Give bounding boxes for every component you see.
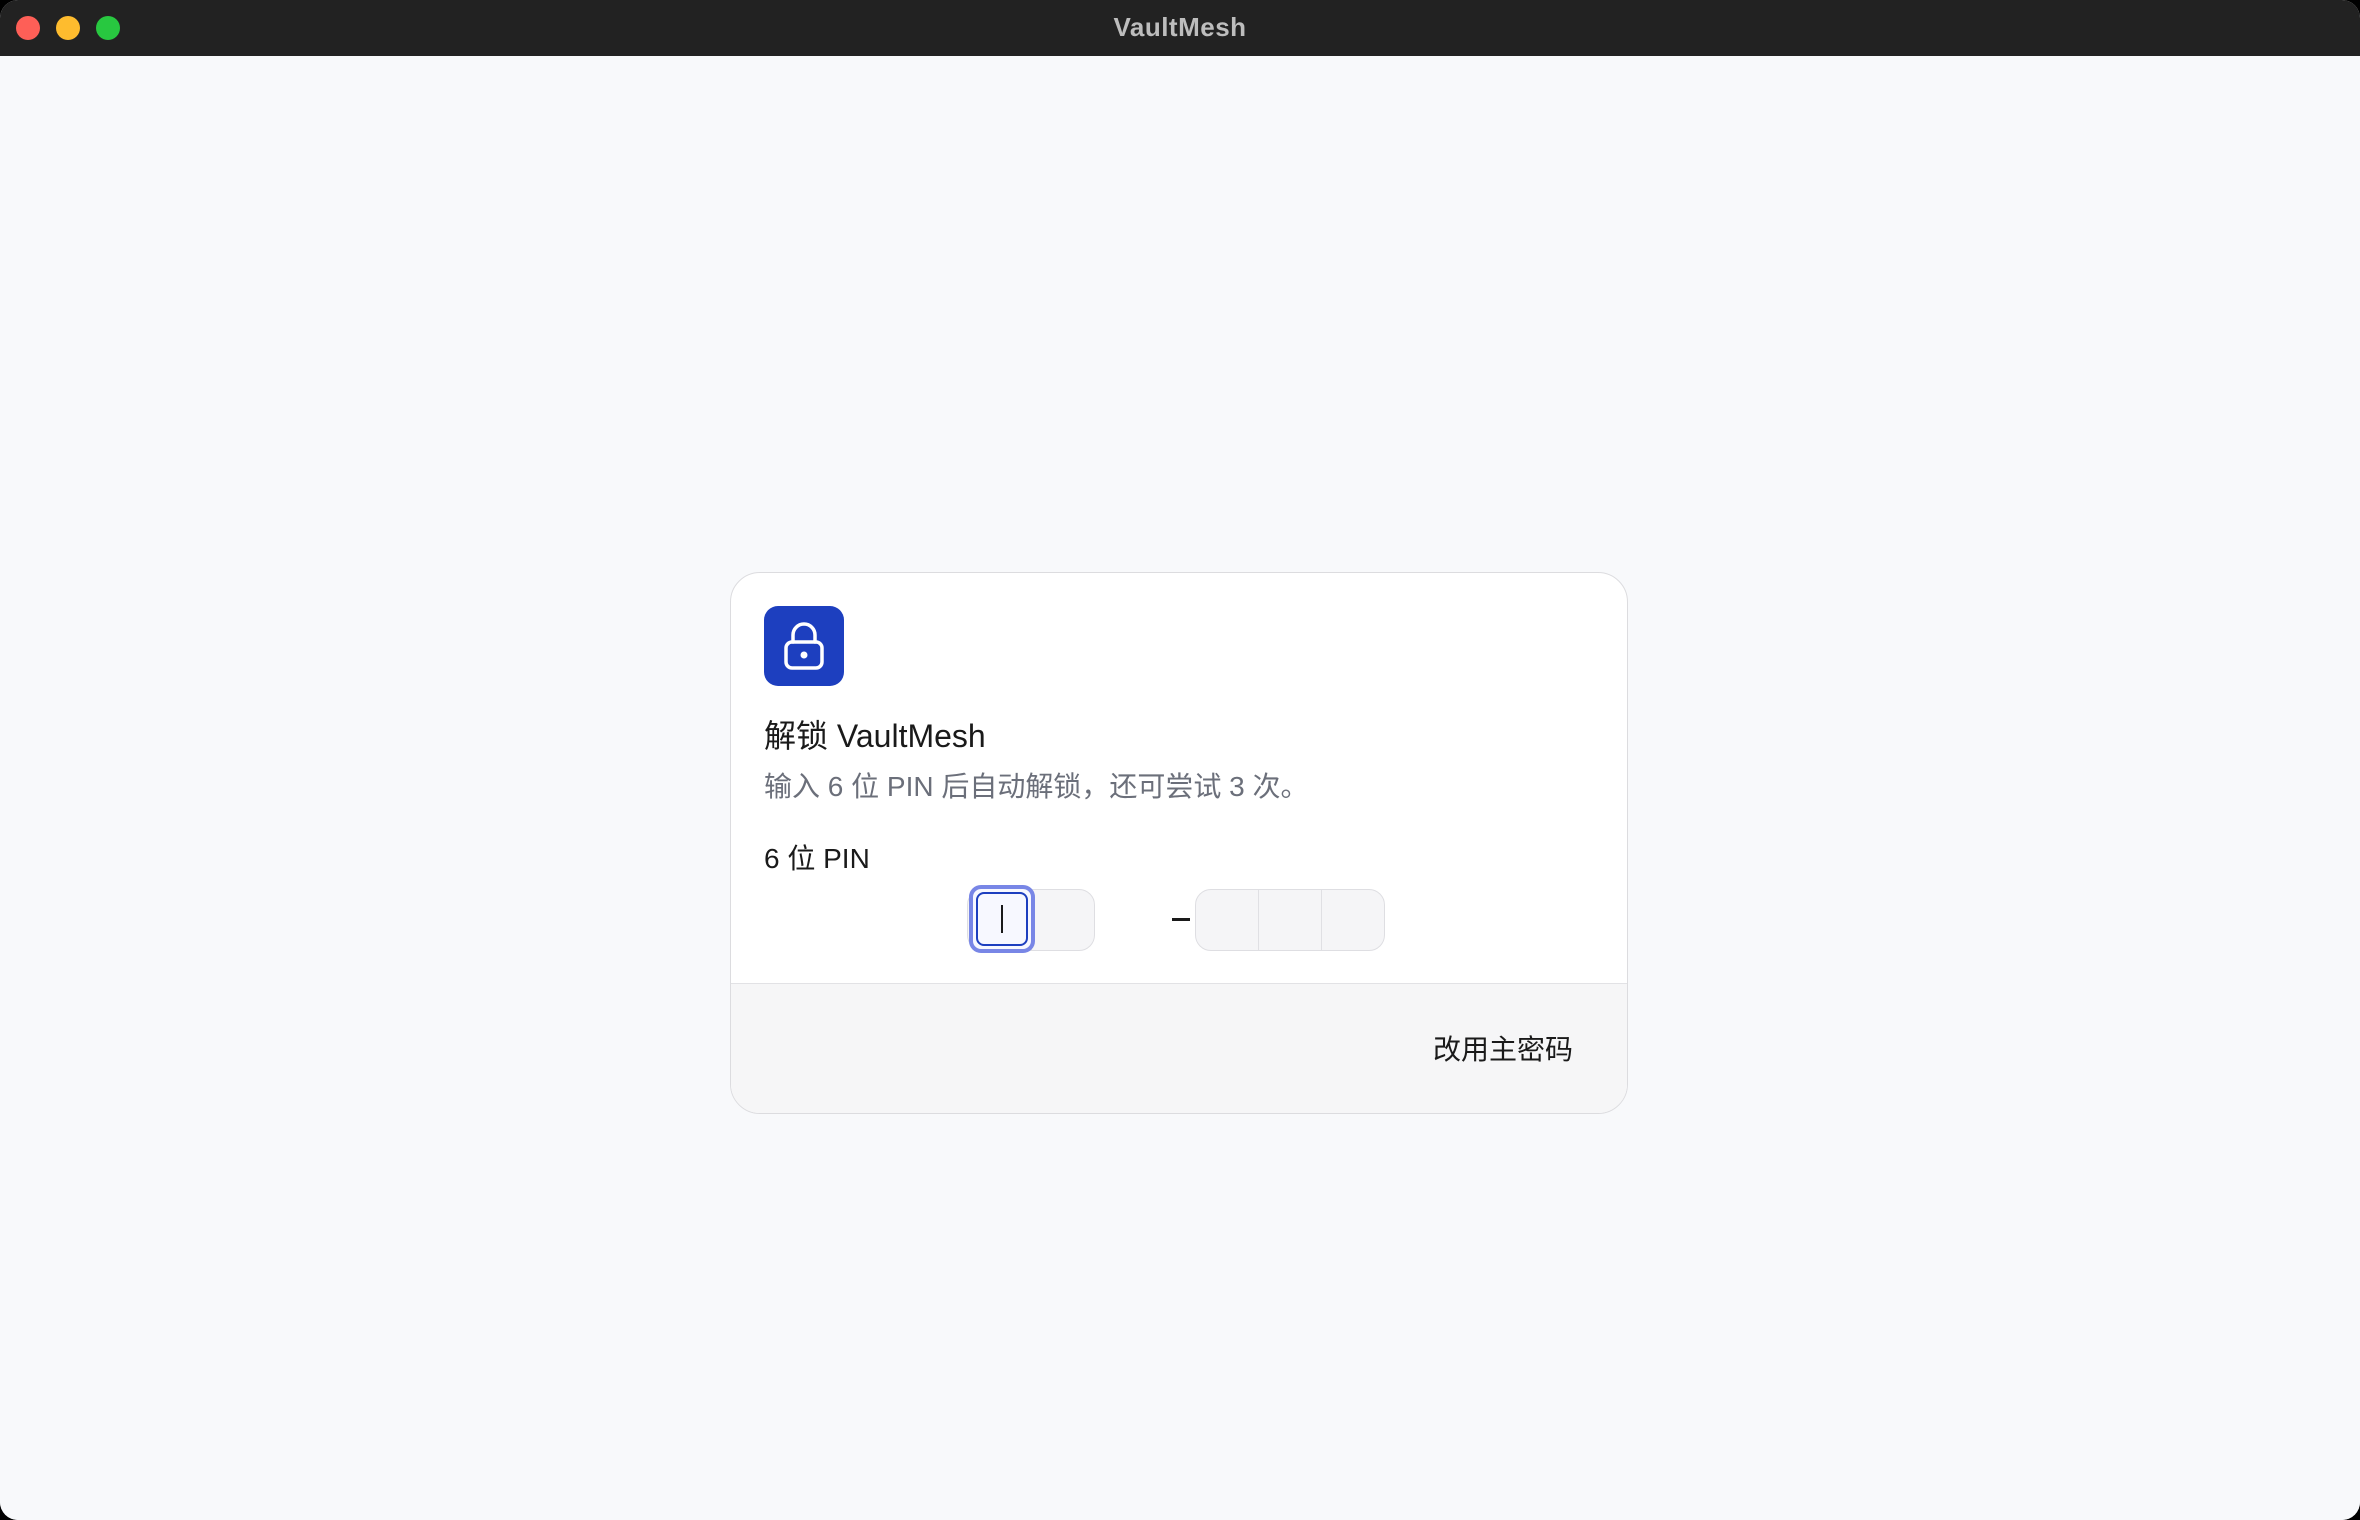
pin-digit-5[interactable] bbox=[1259, 890, 1322, 950]
app-window: VaultMesh 解锁 VaultMesh 输入 6 位 PIN 后自动解锁，… bbox=[0, 0, 2360, 1520]
pin-digit-1[interactable] bbox=[969, 885, 1035, 953]
title-bar: VaultMesh bbox=[0, 0, 2360, 57]
text-caret bbox=[1001, 905, 1003, 933]
lock-icon bbox=[764, 606, 844, 686]
main-content: 解锁 VaultMesh 输入 6 位 PIN 后自动解锁，还可尝试 3 次。 … bbox=[0, 56, 2360, 1520]
window-title: VaultMesh bbox=[1113, 12, 1247, 42]
unlock-title: 解锁 VaultMesh bbox=[764, 718, 986, 754]
pin-separator bbox=[1172, 918, 1190, 921]
pin-digit-6[interactable] bbox=[1322, 890, 1384, 950]
pin-digit-4[interactable] bbox=[1196, 890, 1259, 950]
pin-digit-3[interactable] bbox=[1032, 890, 1095, 950]
pin-label: 6 位 PIN bbox=[764, 843, 870, 874]
pin-group-2 bbox=[1195, 889, 1385, 951]
use-master-password-button[interactable]: 改用主密码 bbox=[1433, 1028, 1573, 1068]
unlock-description: 输入 6 位 PIN 后自动解锁，还可尝试 3 次。 bbox=[764, 771, 1309, 802]
card-footer: 改用主密码 bbox=[731, 983, 1627, 1113]
unlock-card: 解锁 VaultMesh 输入 6 位 PIN 后自动解锁，还可尝试 3 次。 … bbox=[730, 572, 1628, 1114]
